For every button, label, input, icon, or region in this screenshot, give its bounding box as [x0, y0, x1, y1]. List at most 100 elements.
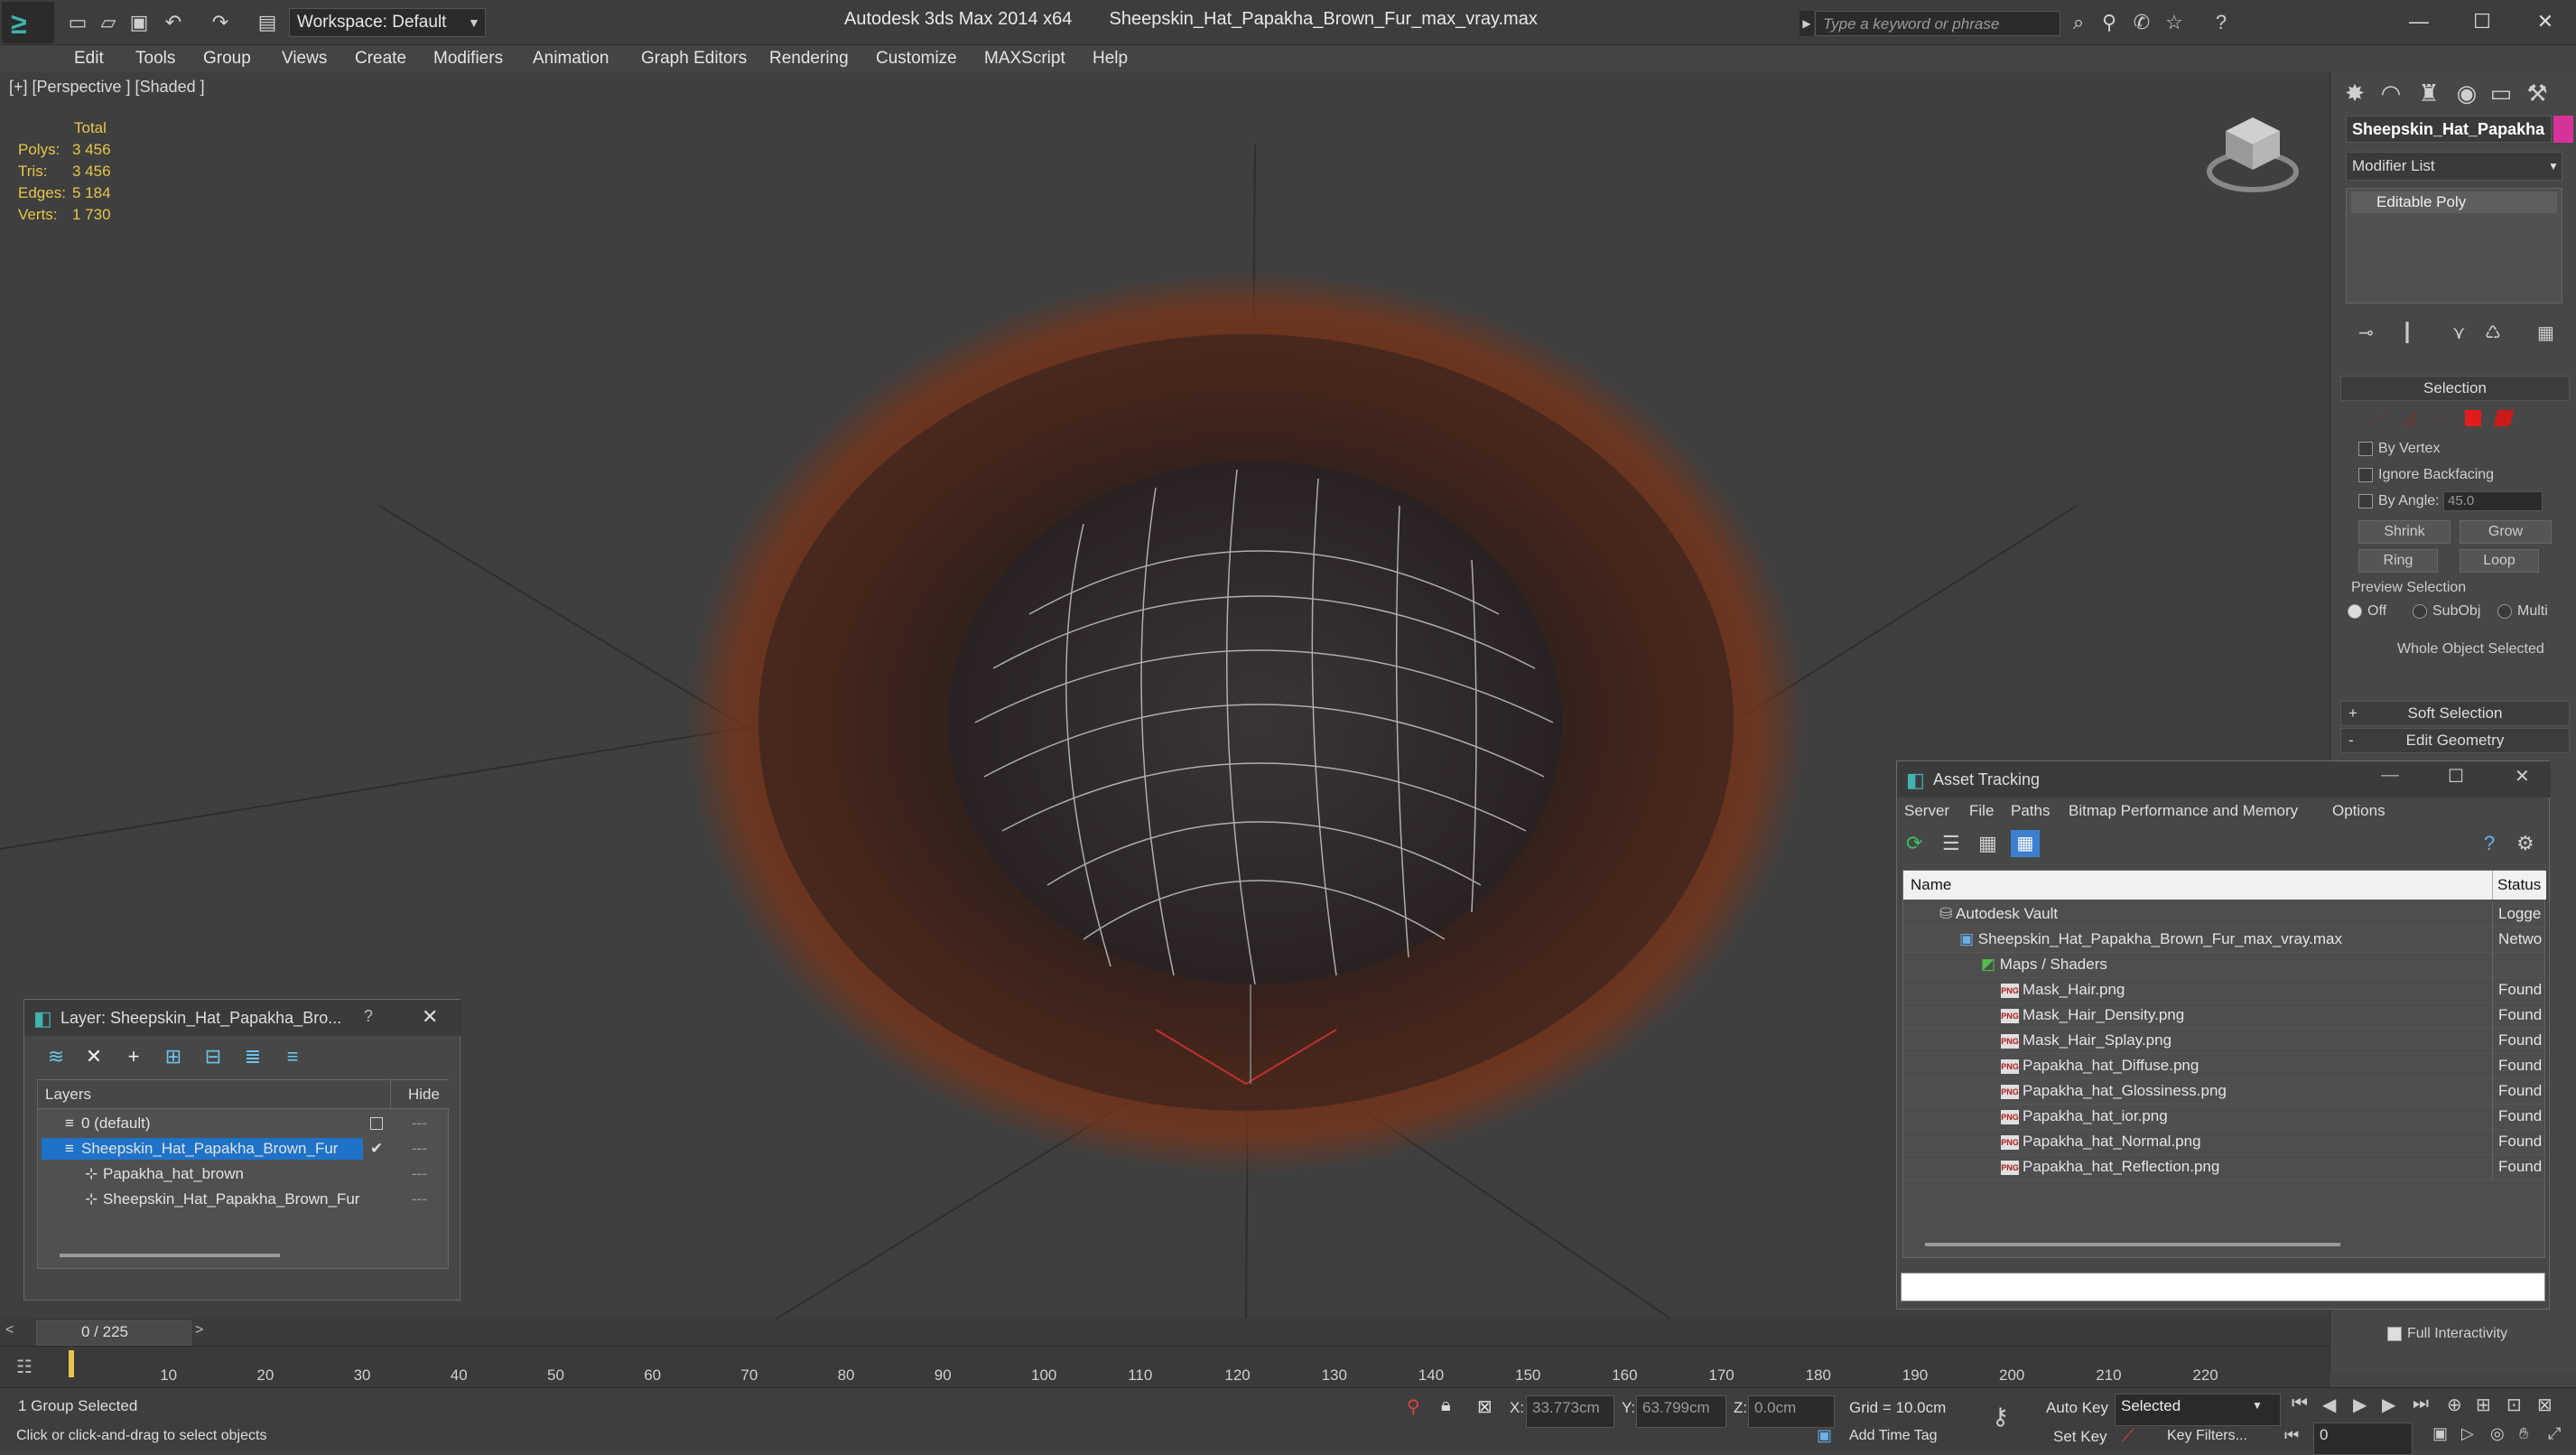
layer-row[interactable]: ≡ 0 (default) --- [38, 1111, 450, 1136]
go-to-start-icon[interactable]: ⏮︎ [2292, 1394, 2308, 1414]
horizontal-scrollbar[interactable] [60, 1254, 280, 1257]
asset-row[interactable]: ⛁ Autodesk Vault Logge [1903, 901, 2546, 928]
favorites-star-icon[interactable]: ☆ [2163, 12, 2185, 33]
next-frame-icon[interactable]: > [195, 1322, 203, 1338]
hide-toggle[interactable]: --- [412, 1136, 427, 1161]
modifier-list-dropdown[interactable]: Modifier List [2346, 152, 2562, 181]
asset-row[interactable]: PNG Papakha_hat_ior.png Found [1903, 1104, 2546, 1130]
horizontal-scrollbar[interactable] [1925, 1243, 2340, 1246]
play-icon[interactable]: ▶︎ [2353, 1394, 2367, 1416]
open-file-icon[interactable]: ▱ [98, 12, 119, 33]
asset-path-input[interactable] [1901, 1273, 2545, 1301]
refresh-icon[interactable]: ⟳ [1906, 832, 1922, 855]
help-button[interactable]: ? [364, 1007, 373, 1026]
asset-row[interactable]: PNG Papakha_hat_Reflection.png Found [1903, 1154, 2546, 1180]
set-key-mode-icon[interactable]: ⚷ [1992, 1403, 2009, 1431]
isolate-selection-icon[interactable]: ⚲ [1407, 1395, 1420, 1418]
menu-create[interactable]: Create [355, 49, 406, 69]
z-coordinate-field[interactable]: 0.0cm [1748, 1395, 1835, 1428]
angle-spinner[interactable]: 45.0 [2443, 491, 2543, 511]
full-interactivity-checkbox[interactable]: Full Interactivity [2387, 1326, 2507, 1342]
y-coordinate-field[interactable]: 63.799cm [1636, 1395, 1726, 1428]
menu-maxscript[interactable]: MAXScript [984, 49, 1065, 69]
hide-all-icon[interactable]: ≣ [239, 1045, 266, 1070]
preview-off-radio[interactable]: Off [2348, 603, 2386, 620]
menu-server[interactable]: Server [1904, 802, 1949, 820]
time-cursor[interactable] [69, 1350, 74, 1377]
table-view-icon[interactable]: ▦ [2011, 830, 2040, 857]
walkthrough-icon[interactable]: ▷ [2461, 1424, 2474, 1443]
list-view-icon[interactable]: ☰ [1942, 832, 1960, 855]
minimize-icon[interactable]: — [2396, 5, 2441, 38]
menu-animation[interactable]: Animation [533, 49, 609, 69]
preview-subobj-radio[interactable]: SubObj [2413, 603, 2480, 620]
ring-button[interactable]: Ring [2358, 549, 2438, 573]
asset-row[interactable]: PNG Mask_Hair.png Found [1903, 977, 2546, 1003]
select-objects-icon[interactable]: ⊞ [160, 1045, 187, 1070]
menu-group[interactable]: Group [203, 49, 251, 69]
polygon-mode-icon[interactable] [2465, 410, 2481, 426]
lock-selection-icon[interactable]: 🔒︎ [1441, 1395, 1451, 1416]
asset-row[interactable]: ▣ Sheepskin_Hat_Papakha_Brown_Fur_max_vr… [1903, 927, 2546, 953]
configure-sets-icon[interactable]: ▦ [2537, 322, 2554, 344]
edit-geometry-rollout[interactable]: - Edit Geometry [2340, 728, 2570, 753]
border-mode-icon[interactable]: ◌ [2434, 408, 2444, 427]
mini-curve-editor-icon[interactable]: ☷ [16, 1356, 33, 1378]
minimize-icon[interactable]: — [2381, 765, 2399, 786]
object-row[interactable]: ⊹ Sheepskin_Hat_Papakha_Brown_Fur --- [38, 1187, 450, 1212]
asset-row[interactable]: PNG Mask_Hair_Density.png Found [1903, 1003, 2546, 1029]
hide-toggle[interactable]: --- [412, 1111, 427, 1136]
motion-tab-icon[interactable]: ◉ [2451, 78, 2482, 108]
hide-toggle[interactable]: --- [412, 1187, 427, 1212]
subscription-icon[interactable]: ⚲ [2098, 12, 2120, 33]
auto-key-button[interactable]: Auto Key [2046, 1399, 2108, 1417]
next-frame-icon[interactable]: ▶︎ [2382, 1394, 2395, 1416]
menu-edit[interactable]: Edit [74, 49, 104, 69]
search-expand-icon[interactable]: ▶ [1799, 11, 1814, 36]
delete-layer-icon[interactable]: ✕ [80, 1045, 107, 1070]
maximize-icon[interactable]: ☐ [2460, 5, 2505, 38]
track-bar[interactable]: ☷ 10 20 30 40 50 60 70 80 90 100 110 120 130 140 150 16… [0, 1346, 2330, 1387]
asset-row[interactable]: ◩ Maps / Shaders [1903, 952, 2546, 978]
key-mode-icon[interactable]: ⏮︎ [2284, 1426, 2299, 1445]
menu-graph-editors[interactable]: Graph Editors [641, 49, 747, 69]
chevron-down-icon[interactable]: ▼ [2252, 1399, 2263, 1412]
modifier-stack-item[interactable]: Editable Poly [2351, 191, 2557, 213]
current-frame-field[interactable]: 0 [2313, 1422, 2413, 1455]
menu-views[interactable]: Views [282, 49, 327, 69]
x-coordinate-field[interactable]: 33.773cm [1526, 1395, 1614, 1428]
thumbnail-view-icon[interactable]: ▦ [1978, 832, 1997, 855]
chevron-down-icon[interactable]: ▼ [468, 8, 486, 37]
help-icon[interactable]: ? [2484, 832, 2495, 855]
set-keys-icon[interactable]: ⟋ [2122, 1426, 2134, 1447]
help-icon[interactable]: ? [2210, 12, 2232, 33]
pin-stack-icon[interactable]: ⊸ [2358, 322, 2374, 344]
asset-row[interactable]: PNG Mask_Hair_Splay.png Found [1903, 1028, 2546, 1054]
by-vertex-checkbox[interactable]: By Vertex [2358, 441, 2440, 457]
current-layer-checkbox[interactable] [370, 1117, 383, 1130]
col-layers[interactable]: Layers [45, 1086, 91, 1104]
field-of-view-icon[interactable]: ▣ [2432, 1424, 2448, 1443]
close-icon[interactable]: ✕ [2515, 765, 2530, 788]
key-filters-button[interactable]: Key Filters... [2167, 1428, 2247, 1444]
menu-modifiers[interactable]: Modifiers [433, 49, 503, 69]
orbit-icon[interactable]: ◎ [2490, 1424, 2505, 1443]
asset-window-title[interactable]: ◧ Asset Tracking — ☐ ✕ [1897, 761, 2551, 797]
object-name-field[interactable]: Sheepskin_Hat_Papakha [2346, 116, 2552, 143]
prev-frame-icon[interactable]: < [5, 1322, 14, 1338]
workspace-dropdown[interactable]: Workspace: Default [289, 8, 486, 37]
time-slider[interactable]: < 0 / 225 > [0, 1319, 2330, 1346]
maximize-icon[interactable]: ☐ [2448, 765, 2464, 788]
search-input[interactable]: Type a keyword or phrase [1815, 11, 2060, 36]
redo-icon[interactable]: ↷ [209, 12, 231, 33]
asset-row[interactable]: PNG Papakha_hat_Diffuse.png Found [1903, 1053, 2546, 1079]
edge-mode-icon[interactable]: ◿ [2404, 408, 2416, 427]
vertex-mode-icon[interactable]: ⋰ [2373, 408, 2389, 427]
add-time-tag[interactable]: Add Time Tag [1849, 1428, 1938, 1444]
menu-customize[interactable]: Customize [876, 49, 957, 69]
ignore-backfacing-checkbox[interactable]: Ignore Backfacing [2358, 467, 2494, 483]
set-key-button[interactable]: Set Key [2053, 1428, 2107, 1446]
chevron-down-icon[interactable]: ▼ [2543, 152, 2564, 181]
object-color-swatch[interactable] [2553, 116, 2573, 143]
make-unique-icon[interactable]: ⋎ [2452, 322, 2466, 344]
